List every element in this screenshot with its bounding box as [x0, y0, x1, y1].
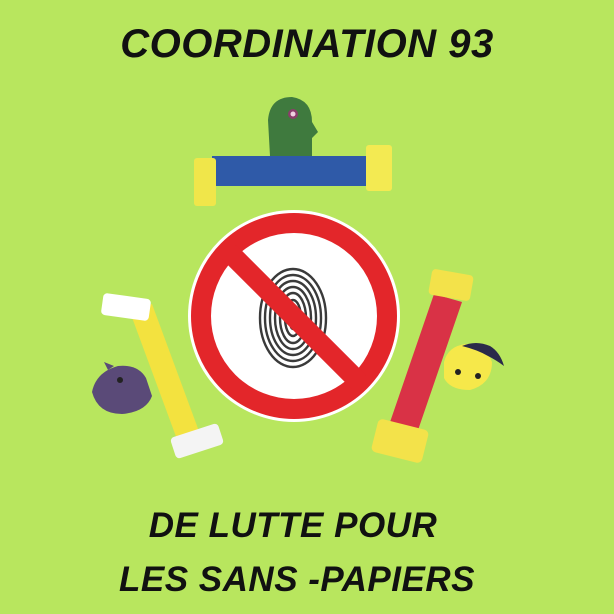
yellow-face-figure-icon [444, 343, 504, 390]
top-left-cap [194, 158, 216, 206]
top-arm [194, 97, 392, 206]
slogan-line-1: DE LUTTE POUR [148, 506, 438, 545]
green-figure-icon [268, 97, 318, 156]
top-blue-bar [212, 156, 372, 186]
left-top-cap [101, 293, 151, 321]
slogan-line-2: LES SANS -PAPIERS [119, 560, 475, 599]
top-right-cap [366, 145, 392, 191]
purple-figure-icon [92, 362, 152, 414]
right-bottom-cap [371, 419, 429, 463]
no-fingerprint-prohibition-icon [188, 210, 400, 422]
